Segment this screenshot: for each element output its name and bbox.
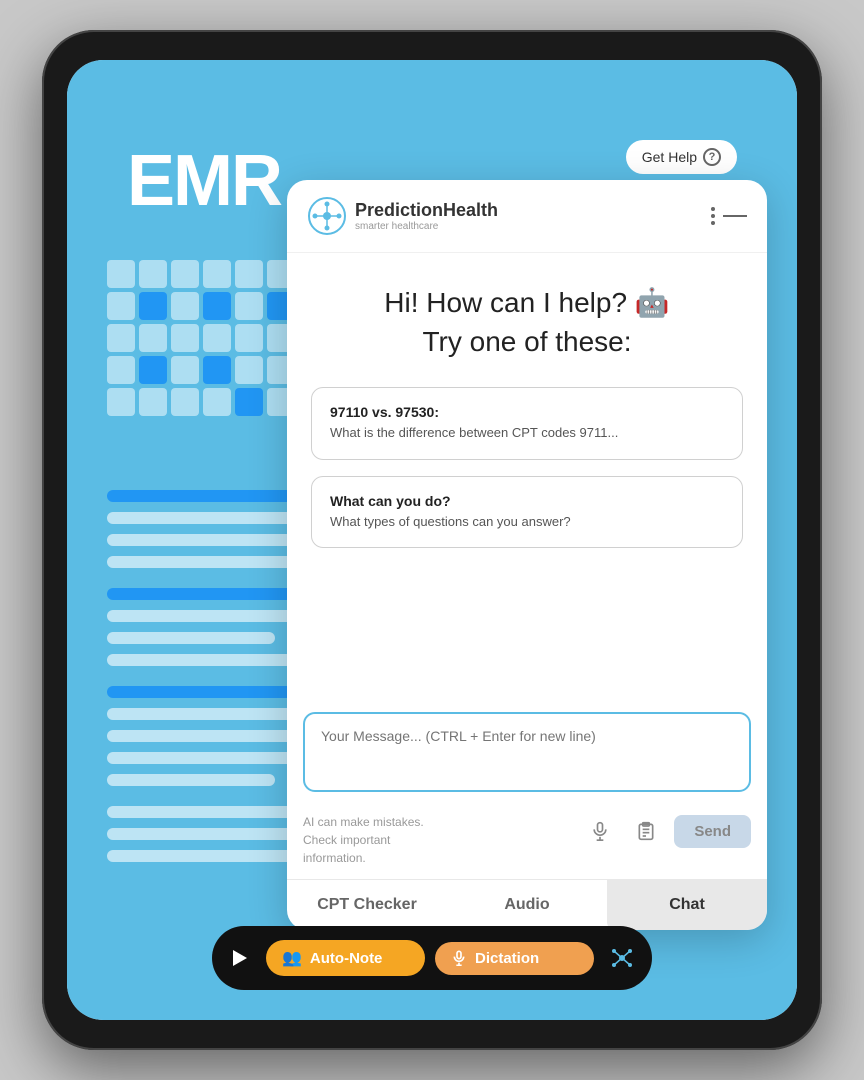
auto-note-button[interactable]: 👥 Auto-Note (266, 940, 425, 976)
suggestion-title-2: What can you do? (330, 493, 724, 509)
bottom-toolbar: 👥 Auto-Note Dictation (212, 926, 652, 990)
network-icon (608, 944, 636, 972)
send-button[interactable]: Send (674, 815, 751, 848)
suggestion-title-1: 97110 vs. 97530: (330, 404, 724, 420)
get-help-button[interactable]: Get Help ? (626, 140, 737, 174)
auto-note-icon: 👥 (282, 948, 302, 968)
chat-header: PredictionHealth smarter healthcare (287, 180, 767, 253)
play-icon (233, 950, 247, 966)
network-icon-button[interactable] (604, 940, 640, 976)
tab-chat[interactable]: Chat (607, 880, 767, 930)
emr-title: EMR (127, 140, 281, 222)
logo-name: PredictionHealth (355, 200, 498, 221)
tablet-screen: EMR Get Help ? (67, 60, 797, 1020)
chat-panel: PredictionHealth smarter healthcare (287, 180, 767, 930)
logo-area: PredictionHealth smarter healthcare (307, 196, 498, 236)
play-button[interactable] (224, 942, 256, 974)
dictation-button[interactable]: Dictation (435, 942, 594, 975)
tablet-frame: EMR Get Help ? (42, 30, 822, 1050)
dictation-label: Dictation (475, 950, 539, 967)
suggestion-card-1[interactable]: 97110 vs. 97530: What is the difference … (311, 387, 743, 459)
help-icon: ? (703, 148, 721, 166)
menu-dots-icon[interactable] (711, 207, 715, 225)
clipboard-icon (636, 821, 656, 841)
greeting-line2: Try one of these: (311, 322, 743, 361)
suggestion-desc-1: What is the difference between CPT codes… (330, 424, 724, 442)
logo-text-group: PredictionHealth smarter healthcare (355, 200, 498, 232)
minimize-icon[interactable] (723, 215, 747, 217)
prediction-health-logo (307, 196, 347, 236)
tab-audio[interactable]: Audio (447, 880, 607, 930)
auto-note-label: Auto-Note (310, 950, 382, 967)
microphone-button[interactable] (582, 813, 618, 849)
suggestion-card-2[interactable]: What can you do? What types of questions… (311, 476, 743, 548)
robot-emoji: 🤖 (635, 283, 670, 322)
logo-tagline: smarter healthcare (355, 221, 498, 232)
chat-actions: AI can make mistakes.Check importantinfo… (287, 805, 767, 879)
greeting-line1: Hi! How can I help? 🤖 (311, 283, 743, 322)
chat-body: Hi! How can I help? 🤖 Try one of these: … (287, 253, 767, 712)
dictation-mic-icon (451, 950, 467, 966)
clipboard-button[interactable] (628, 813, 664, 849)
get-help-label: Get Help (642, 149, 697, 165)
action-buttons: Send (582, 813, 751, 849)
tab-cpt-checker[interactable]: CPT Checker (287, 880, 447, 930)
microphone-icon (590, 821, 610, 841)
suggestion-desc-2: What types of questions can you answer? (330, 513, 724, 531)
chat-tabs: CPT Checker Audio Chat (287, 879, 767, 930)
chat-input-area (287, 712, 767, 805)
header-menu (711, 207, 747, 225)
message-input[interactable] (303, 712, 751, 792)
chat-greeting: Hi! How can I help? 🤖 Try one of these: (311, 283, 743, 361)
ai-disclaimer: AI can make mistakes.Check importantinfo… (303, 813, 424, 867)
